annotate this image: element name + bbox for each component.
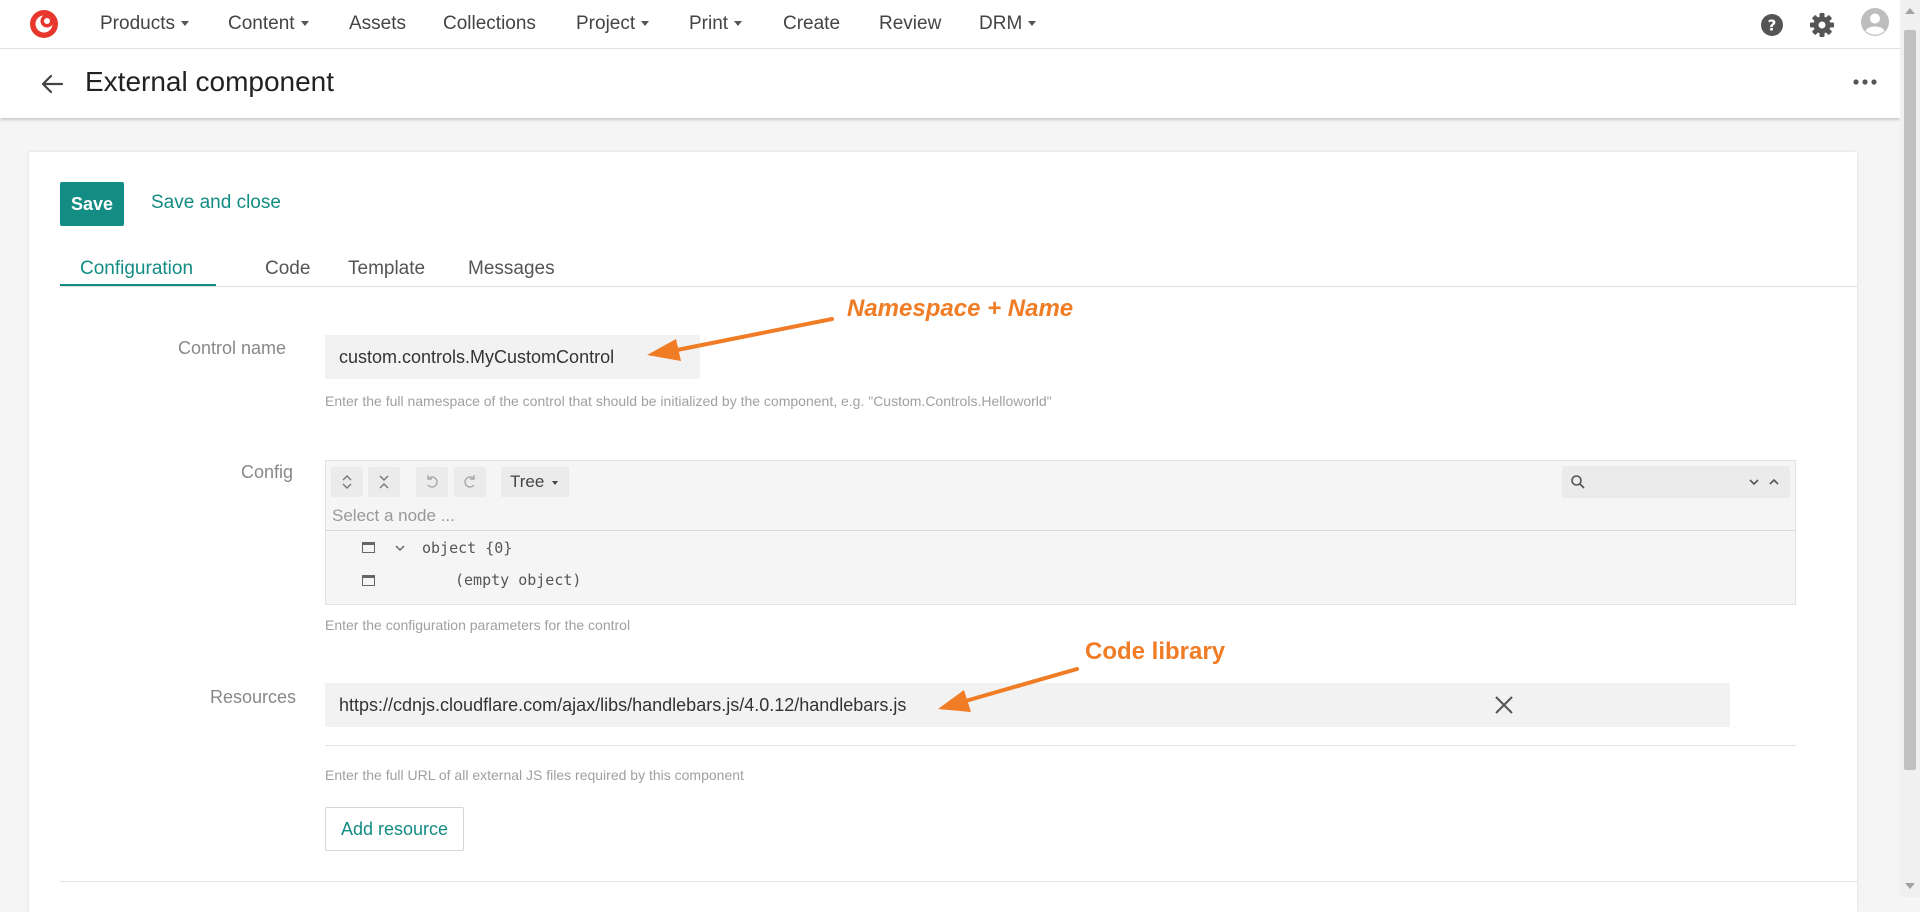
gear-icon[interactable] — [1809, 12, 1835, 38]
search-icon — [1571, 475, 1585, 489]
page-header: External component — [0, 49, 1900, 118]
resources-label: Resources — [210, 687, 297, 707]
editor-mode-dropdown[interactable]: Tree — [501, 467, 569, 497]
tree-row-empty[interactable]: (empty object) — [326, 566, 1795, 596]
chevron-down-icon — [300, 21, 309, 27]
config-label: Config — [241, 462, 294, 482]
chevron-down-icon — [641, 21, 650, 27]
chevron-down-icon — [1028, 21, 1037, 27]
chevron-down-icon[interactable] — [394, 542, 406, 554]
scroll-down-arrow-icon[interactable] — [1905, 883, 1915, 889]
tab-configuration[interactable]: Configuration — [80, 258, 193, 280]
tree-row-root[interactable]: object {0} — [326, 533, 1795, 563]
config-hint: Enter the configuration parameters for t… — [325, 617, 631, 633]
nav-item-products[interactable]: Products — [100, 13, 189, 35]
tree-node-label: object {0} — [422, 539, 513, 557]
add-resource-button[interactable]: Add resource — [325, 807, 464, 851]
annotation-namespace: Namespace + Name — [847, 295, 1074, 322]
resources-divider — [325, 745, 1796, 746]
nav-item-print[interactable]: Print — [689, 13, 743, 35]
search-previous-icon[interactable] — [1768, 476, 1780, 488]
remove-resource-icon[interactable] — [1493, 694, 1515, 716]
expand-all-icon — [342, 475, 352, 489]
scrollbar-thumb[interactable] — [1904, 30, 1916, 770]
control-name-label: Control name — [178, 338, 287, 358]
app-logo-icon[interactable] — [28, 8, 60, 40]
config-json-editor: Tree Select a node ... object {0} (empty… — [325, 460, 1796, 605]
annotation-code-library: Code library — [1085, 638, 1226, 665]
nav-item-collections[interactable]: Collections — [443, 13, 536, 35]
editor-search-box[interactable] — [1562, 466, 1790, 498]
context-menu-icon[interactable] — [362, 542, 375, 553]
control-name-input[interactable]: custom.controls.MyCustomControl — [325, 335, 700, 379]
editor-node-navigation: Select a node ... — [326, 501, 1795, 531]
redo-button[interactable] — [454, 467, 486, 497]
save-button[interactable]: Save — [60, 182, 124, 226]
tree-node-label: (empty object) — [455, 571, 582, 589]
resource-url-input[interactable]: https://cdnjs.cloudflare.com/ajax/libs/h… — [325, 683, 1730, 727]
chevron-down-icon — [734, 21, 743, 27]
collapse-all-icon — [379, 475, 389, 489]
nav-item-review[interactable]: Review — [879, 13, 941, 35]
nav-item-content[interactable]: Content — [228, 13, 309, 35]
expand-all-button[interactable] — [331, 467, 363, 497]
chevron-down-icon — [552, 480, 559, 485]
top-navigation-bar: Products Content Assets Collections Proj… — [0, 0, 1900, 49]
nav-item-drm[interactable]: DRM — [979, 13, 1037, 35]
help-icon[interactable]: ? — [1759, 12, 1785, 38]
user-avatar-icon[interactable] — [1860, 7, 1890, 37]
resources-hint: Enter the full URL of all external JS fi… — [325, 767, 744, 783]
save-and-close-button[interactable]: Save and close — [151, 192, 281, 214]
redo-icon — [464, 475, 475, 488]
active-tab-indicator — [60, 284, 216, 286]
collapse-all-button[interactable] — [368, 467, 400, 497]
undo-button[interactable] — [416, 467, 448, 497]
more-options-icon[interactable] — [1852, 75, 1878, 89]
page-title: External component — [85, 66, 335, 97]
tab-template[interactable]: Template — [348, 258, 425, 280]
editor-card: Save Save and close Configuration Code T… — [29, 152, 1857, 912]
context-menu-icon[interactable] — [362, 575, 375, 586]
chevron-down-icon — [180, 21, 189, 27]
search-next-icon[interactable] — [1748, 476, 1760, 488]
control-name-hint: Enter the full namespace of the control … — [325, 393, 1052, 409]
back-arrow-icon[interactable] — [38, 70, 66, 98]
tab-bar: Configuration Code Template Messages — [60, 244, 1857, 287]
tab-messages[interactable]: Messages — [468, 258, 555, 280]
scroll-up-arrow-icon[interactable] — [1905, 8, 1915, 14]
nav-item-assets[interactable]: Assets — [349, 13, 406, 35]
nav-item-create[interactable]: Create — [783, 13, 840, 35]
page-scrollbar[interactable] — [1900, 0, 1920, 897]
svg-text:?: ? — [1768, 17, 1777, 35]
nav-item-project[interactable]: Project — [576, 13, 650, 35]
undo-icon — [427, 475, 438, 488]
tab-code[interactable]: Code — [265, 258, 310, 280]
section-divider — [60, 881, 1857, 882]
